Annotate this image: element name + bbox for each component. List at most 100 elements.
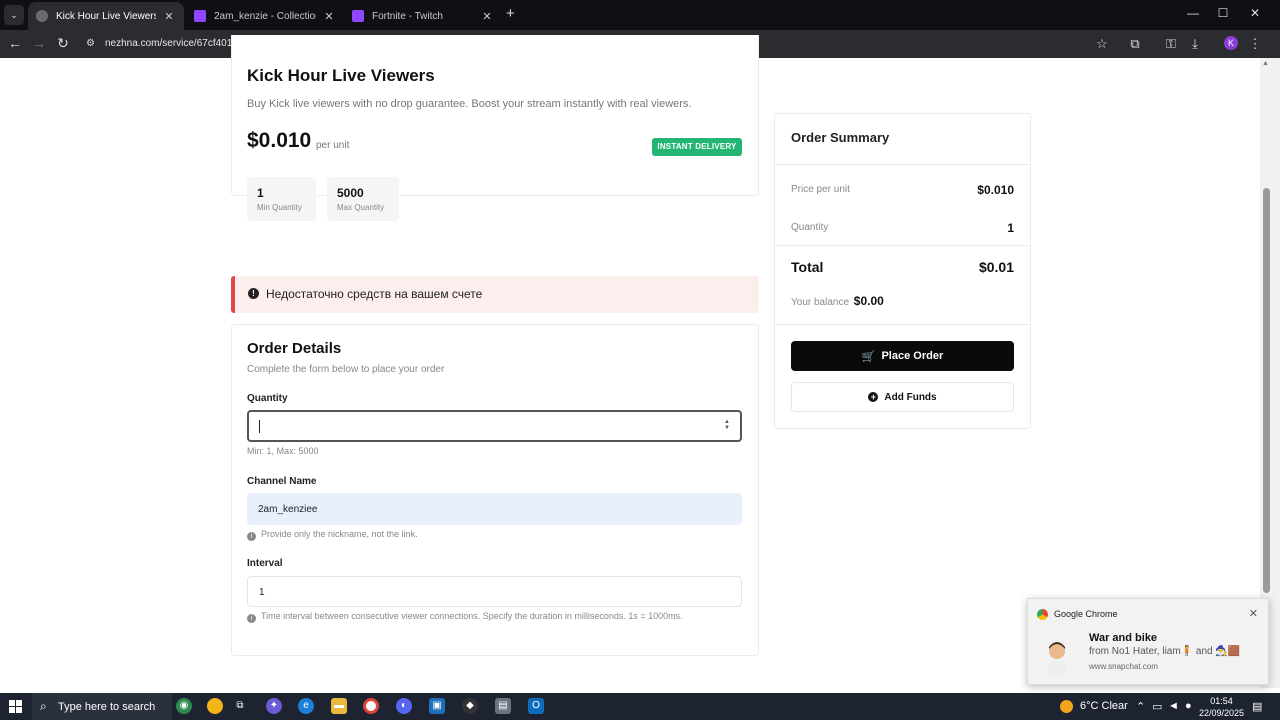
close-tab-icon[interactable]: ✕ bbox=[162, 10, 176, 23]
forward-icon[interactable]: → bbox=[30, 35, 48, 51]
divider bbox=[775, 245, 1030, 246]
summary-quantity-label: Quantity bbox=[791, 222, 829, 233]
browser-tab-strip: ⌄ Kick Hour Live Viewers - SMM Pa ✕ 2am_… bbox=[0, 0, 1280, 30]
password-key-icon[interactable]: ⚿ bbox=[1162, 36, 1180, 52]
microphone-icon[interactable]: ● bbox=[1185, 700, 1192, 712]
copilot-icon[interactable]: ✦ bbox=[266, 698, 282, 714]
back-icon[interactable]: ← bbox=[6, 35, 24, 51]
globe-icon bbox=[36, 10, 48, 22]
quantity-label: Quantity bbox=[247, 393, 288, 404]
tab-fortnite-twitch[interactable]: Fortnite - Twitch ✕ bbox=[344, 2, 502, 30]
weather-text[interactable]: 6°C Clear bbox=[1080, 700, 1128, 712]
edge-icon[interactable]: e bbox=[298, 698, 314, 714]
place-order-label: Place Order bbox=[881, 350, 944, 362]
chrome-icon bbox=[1037, 609, 1048, 620]
insufficient-funds-alert: ! Недостаточно средств на вашем счете bbox=[231, 276, 759, 313]
chrome-taskbar-icon[interactable] bbox=[363, 698, 379, 714]
maximize-button[interactable]: ☐ bbox=[1208, 6, 1238, 20]
close-tab-icon[interactable]: ✕ bbox=[322, 10, 336, 23]
volume-icon[interactable]: ◄ bbox=[1168, 700, 1179, 712]
balance-label: Your balance bbox=[791, 297, 850, 308]
max-quantity-value: 5000 bbox=[337, 186, 364, 200]
minimize-button[interactable]: — bbox=[1178, 6, 1208, 20]
summary-quantity-value: 1 bbox=[1007, 221, 1014, 235]
notification-app-name: Google Chrome bbox=[1054, 609, 1118, 619]
interval-hint: Time interval between consecutive viewer… bbox=[261, 611, 683, 621]
balance-row: Your balance $0.00 bbox=[791, 294, 884, 308]
tab-kick-live-viewers[interactable]: Kick Hour Live Viewers - SMM Pa ✕ bbox=[28, 2, 184, 30]
interval-hint-row: i Time interval between consecutive viewe… bbox=[247, 611, 683, 623]
total-label: Total bbox=[791, 259, 824, 275]
balance-value: $0.00 bbox=[853, 294, 884, 308]
tab-search-button[interactable]: ⌄ bbox=[4, 5, 24, 25]
menu-icon[interactable]: ⋮ bbox=[1246, 36, 1264, 52]
total-value: $0.01 bbox=[978, 259, 1014, 275]
notification-title: War and bike bbox=[1089, 632, 1158, 644]
system-clock[interactable]: 01:54 22/09/2025 bbox=[1199, 695, 1244, 719]
number-spinner-icon[interactable]: ▲ ▼ bbox=[724, 419, 730, 431]
outlook-icon[interactable]: O bbox=[528, 698, 544, 714]
close-tab-icon[interactable]: ✕ bbox=[480, 10, 494, 23]
network-icon[interactable]: ▭ bbox=[1152, 700, 1162, 713]
add-funds-button[interactable]: + Add Funds bbox=[791, 382, 1014, 412]
text-cursor bbox=[259, 420, 260, 433]
service-description: Buy Kick live viewers with no drop guara… bbox=[247, 98, 692, 110]
store-icon[interactable]: ▣ bbox=[429, 698, 445, 714]
order-summary-title: Order Summary bbox=[791, 130, 890, 145]
tab-collection-manager[interactable]: 2am_kenzie - Collection Manag ✕ bbox=[186, 2, 344, 30]
show-hidden-icons-chevron-icon[interactable]: ⌃ bbox=[1136, 700, 1145, 713]
chrome-notification[interactable]: Google Chrome ✕ War and bike from No1 Ha… bbox=[1027, 598, 1269, 685]
channel-name-label: Channel Name bbox=[247, 476, 317, 487]
price-unit: per unit bbox=[316, 140, 350, 151]
reload-icon[interactable]: ↻ bbox=[54, 35, 72, 52]
notification-source: www.snapchat.com bbox=[1089, 662, 1158, 671]
twitch-icon bbox=[194, 10, 206, 22]
taskbar-search[interactable]: ⌕ Type here to search bbox=[32, 693, 172, 720]
bookmark-star-icon[interactable]: ☆ bbox=[1093, 36, 1111, 52]
file-explorer-icon[interactable]: ▬ bbox=[331, 698, 347, 714]
new-tab-button[interactable]: + bbox=[506, 6, 515, 22]
order-details-title: Order Details bbox=[247, 340, 342, 357]
divider bbox=[775, 324, 1030, 325]
interval-label: Interval bbox=[247, 558, 283, 569]
min-quantity-stat: 1 Min Quantity bbox=[247, 177, 316, 221]
notification-body: from No1 Hater, liam🧍 and 🧙‍♂️🟫 bbox=[1089, 646, 1241, 657]
tab-title: Fortnite - Twitch bbox=[372, 10, 443, 22]
news-widget-icon[interactable]: ◉ bbox=[176, 698, 192, 714]
windows-start-icon[interactable] bbox=[9, 700, 22, 713]
twitch-icon bbox=[352, 10, 364, 22]
discord-icon[interactable]: ◐ bbox=[396, 698, 412, 714]
extensions-icon[interactable]: ⧉ bbox=[1126, 36, 1144, 52]
interval-input[interactable]: 1 bbox=[247, 576, 742, 607]
service-price: $0.010 bbox=[247, 129, 312, 152]
scroll-up-icon[interactable]: ▲ bbox=[1262, 60, 1269, 67]
order-details-subtitle: Complete the form below to place your or… bbox=[247, 364, 445, 375]
search-icon: ⌕ bbox=[40, 699, 47, 713]
close-window-button[interactable]: ✕ bbox=[1240, 6, 1270, 20]
downloads-icon[interactable]: ⤓ bbox=[1186, 36, 1204, 52]
clock-time: 01:54 bbox=[1210, 696, 1233, 706]
place-order-button[interactable]: 🛒 Place Order bbox=[791, 341, 1014, 371]
scrollbar-thumb[interactable] bbox=[1263, 188, 1270, 593]
plus-circle-icon: + bbox=[868, 392, 879, 402]
site-info-icon[interactable]: ⚙ bbox=[86, 38, 95, 49]
task-view-icon[interactable]: ⧉ bbox=[232, 698, 248, 714]
clock-date: 22/09/2025 bbox=[1199, 708, 1245, 718]
quantity-input[interactable]: ▲ ▼ bbox=[247, 410, 742, 442]
close-notification-icon[interactable]: ✕ bbox=[1249, 607, 1258, 620]
channel-name-input[interactable]: 2am_kenziee bbox=[247, 493, 742, 525]
add-funds-label: Add Funds bbox=[884, 391, 937, 403]
media-app-icon[interactable]: ◆ bbox=[462, 698, 478, 714]
info-icon: i bbox=[247, 532, 256, 541]
weather-widget-icon[interactable] bbox=[207, 698, 223, 714]
instant-delivery-badge: INSTANT DELIVERY bbox=[652, 138, 742, 156]
quantity-hint: Min: 1, Max: 5000 bbox=[247, 446, 319, 456]
divider bbox=[775, 164, 1030, 165]
bitmoji-avatar-icon bbox=[1048, 642, 1066, 675]
notification-center-icon[interactable]: ▤ bbox=[1252, 700, 1262, 713]
taskbar-search-placeholder: Type here to search bbox=[58, 701, 156, 713]
profile-avatar[interactable]: K bbox=[1224, 36, 1238, 50]
weather-moon-icon[interactable] bbox=[1060, 700, 1073, 713]
photos-icon[interactable]: ▤ bbox=[495, 698, 511, 714]
alert-exclamation-icon: ! bbox=[248, 288, 259, 299]
